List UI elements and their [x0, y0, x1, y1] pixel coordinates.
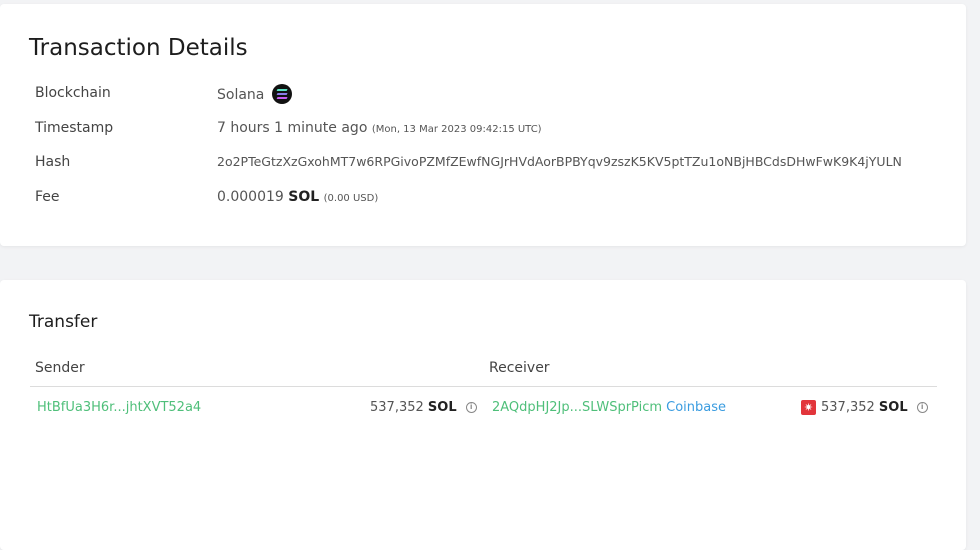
receiver-header: Receiver — [489, 360, 550, 376]
blockchain-value-wrap: Solana — [217, 84, 292, 105]
fee-label: Fee — [35, 189, 60, 205]
timestamp-label: Timestamp — [35, 120, 114, 136]
timestamp-exact: (Mon, 13 Mar 2023 09:42:15 UTC) — [371, 124, 542, 135]
solana-logo-icon — [271, 84, 292, 104]
receiver-wrap: 2AQdpHJ2Jp...SLWSprPicm Coinbase — [492, 400, 726, 415]
hash-link[interactable]: 2o2PTeGtzXzGxohMT7w6RPGivoPZMfZEwfNGJrHV… — [217, 154, 902, 169]
timestamp-value-wrap: 7 hours 1 minute ago (Mon, 13 Mar 2023 0… — [217, 120, 542, 136]
sender-address-link[interactable]: HtBfUa3H6r...jhtXVT52a4 — [37, 400, 201, 415]
blockchain-label: Blockchain — [35, 85, 111, 101]
receiver-address-link[interactable]: 2AQdpHJ2Jp...SLWSprPicm — [492, 400, 662, 415]
hash-label: Hash — [35, 154, 71, 170]
table-divider — [30, 386, 937, 387]
blockchain-value: Solana — [217, 87, 265, 103]
alert-icon: ✷ — [801, 400, 816, 415]
receiver-amount: 537,352 — [821, 400, 875, 415]
receiver-amount-wrap: ✷ 537,352 SOL i — [801, 400, 928, 415]
sender-amount-wrap: 537,352 SOL i — [370, 400, 477, 415]
fee-usd: (0.00 USD) — [323, 193, 379, 204]
transaction-details-card: Transaction Details Blockchain Solana Ti… — [0, 4, 966, 246]
receiver-entity-tag[interactable]: Coinbase — [666, 400, 726, 415]
receiver-unit: SOL — [878, 400, 908, 415]
sender-header: Sender — [35, 360, 85, 376]
fee-value-wrap: 0.000019 SOL (0.00 USD) — [217, 189, 378, 205]
timestamp-relative: 7 hours 1 minute ago — [217, 120, 368, 136]
sender-unit: SOL — [427, 400, 457, 415]
fee-amount: 0.000019 — [217, 189, 284, 205]
transfer-title: Transfer — [29, 312, 98, 332]
info-icon[interactable]: i — [465, 402, 477, 413]
sender-amount: 537,352 — [370, 400, 424, 415]
transaction-details-title: Transaction Details — [29, 35, 248, 61]
info-icon[interactable]: i — [916, 402, 928, 413]
fee-unit: SOL — [288, 189, 320, 205]
transfer-card: Transfer Sender Receiver HtBfUa3H6r...jh… — [0, 280, 966, 550]
